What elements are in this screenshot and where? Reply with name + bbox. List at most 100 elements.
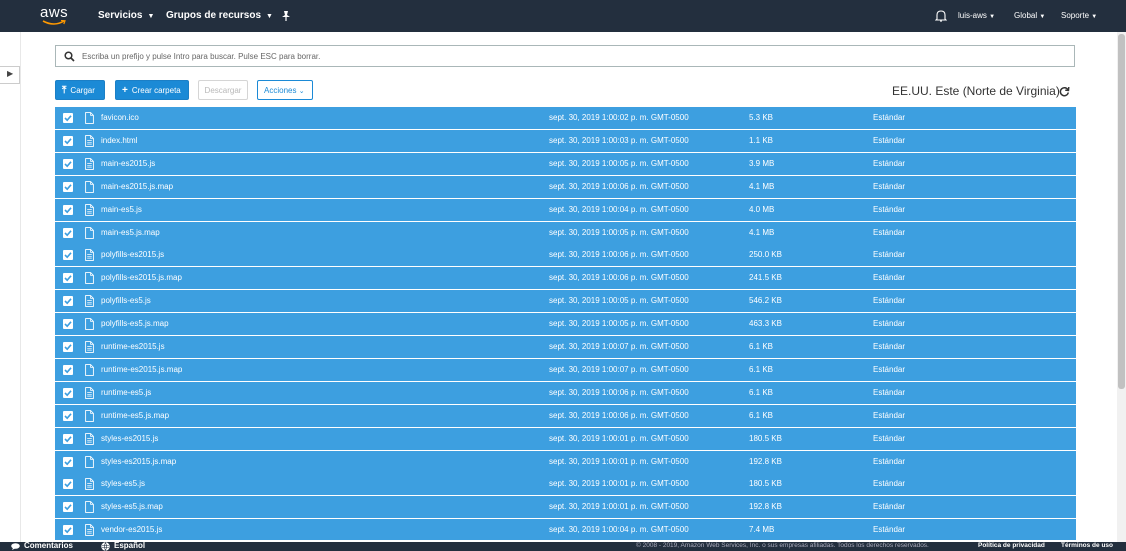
file-size: 463.3 KB	[749, 319, 782, 329]
file-storage-class: Estándar	[873, 364, 906, 374]
file-last-modified: sept. 30, 2019 1:00:06 p. m. GMT-0500	[549, 387, 689, 397]
download-button[interactable]: Descargar	[198, 80, 248, 100]
file-size: 192.8 KB	[749, 456, 782, 466]
table-row[interactable]: index.html sept. 30, 2019 1:00:03 p. m. G…	[55, 129, 1076, 152]
row-checkbox[interactable]	[63, 387, 73, 398]
upload-button[interactable]: ⤒ Cargar	[55, 80, 105, 100]
row-checkbox[interactable]	[63, 204, 73, 215]
table-row[interactable]: vendor-es2015.js sept. 30, 2019 1:00:04 p…	[55, 519, 1076, 540]
table-row[interactable]: polyfills-es5.js.map sept. 30, 2019 1:00:…	[55, 313, 1076, 336]
table-row[interactable]: main-es2015.js sept. 30, 2019 1:00:05 p. …	[55, 152, 1076, 175]
table-row[interactable]: main-es2015.js.map sept. 30, 2019 1:00:06…	[55, 175, 1076, 198]
services-menu[interactable]: Servicios ▼	[98, 0, 154, 32]
support-label: Soporte	[1061, 11, 1090, 20]
table-row[interactable]: styles-es5.js sept. 30, 2019 1:00:01 p. m…	[55, 473, 1076, 496]
file-name[interactable]: main-es5.js.map	[101, 222, 160, 244]
table-row[interactable]: runtime-es2015.js sept. 30, 2019 1:00:07 …	[55, 336, 1076, 358]
file-name[interactable]: styles-es5.js	[101, 473, 145, 495]
check-icon	[64, 183, 72, 191]
pin-icon[interactable]	[280, 10, 292, 22]
table-row[interactable]: runtime-es5.js.map sept. 30, 2019 1:00:06…	[55, 404, 1076, 427]
table-row[interactable]: styles-es5.js.map sept. 30, 2019 1:00:01 …	[55, 496, 1076, 519]
privacy-link[interactable]: Política de privacidad	[978, 541, 1045, 551]
table-row[interactable]: polyfills-es5.js sept. 30, 2019 1:00:05 p…	[55, 290, 1076, 313]
create-folder-label: Crear carpeta	[131, 86, 181, 95]
document-icon	[85, 157, 94, 170]
file-size: 6.1 KB	[749, 342, 774, 351]
file-name[interactable]: styles-es5.js.map	[101, 496, 163, 518]
language-selector[interactable]: Español	[114, 541, 145, 551]
row-checkbox[interactable]	[63, 273, 73, 284]
table-row[interactable]: runtime-es5.js sept. 30, 2019 1:00:06 p. …	[55, 381, 1076, 404]
region-menu[interactable]: Global ▼	[1014, 0, 1045, 32]
file-last-modified: sept. 30, 2019 1:00:05 p. m. GMT-0500	[549, 158, 689, 168]
file-name[interactable]: styles-es2015.js	[101, 428, 158, 450]
file-name[interactable]: polyfills-es2015.js	[101, 244, 164, 266]
row-checkbox[interactable]	[63, 479, 73, 490]
file-size: 1.1 KB	[749, 135, 774, 145]
copyright-text: © 2008 - 2019, Amazon Web Services, Inc.…	[636, 542, 929, 549]
file-name[interactable]: favicon.ico	[101, 107, 139, 129]
row-checkbox[interactable]	[63, 456, 73, 467]
table-row[interactable]: polyfills-es2015.js.map sept. 30, 2019 1:…	[55, 267, 1076, 290]
bell-icon[interactable]	[935, 9, 947, 22]
support-menu[interactable]: Soporte ▼	[1061, 0, 1097, 32]
user-menu[interactable]: luis-aws ▼	[958, 0, 995, 32]
row-checkbox[interactable]	[63, 250, 73, 261]
table-row[interactable]: main-es5.js sept. 30, 2019 1:00:04 p. m. …	[55, 198, 1076, 221]
file-name[interactable]: runtime-es2015.js	[101, 336, 165, 358]
scrollbar-thumb[interactable]	[1118, 34, 1125, 389]
sidebar-toggle[interactable]: ▶	[0, 66, 20, 84]
row-checkbox[interactable]	[63, 502, 73, 513]
file-last-modified: sept. 30, 2019 1:00:05 p. m. GMT-0500	[549, 227, 689, 237]
file-last-modified: sept. 30, 2019 1:00:06 p. m. GMT-0500	[549, 181, 689, 191]
file-size: 546.2 KB	[749, 296, 782, 306]
file-name[interactable]: polyfills-es5.js.map	[101, 313, 169, 335]
create-folder-button[interactable]: + Crear carpeta	[115, 80, 189, 100]
file-name[interactable]: vendor-es2015.js	[101, 519, 162, 540]
plus-icon: +	[122, 85, 128, 96]
row-checkbox[interactable]	[63, 433, 73, 444]
file-icon	[85, 318, 94, 330]
row-checkbox[interactable]	[63, 364, 73, 375]
refresh-icon[interactable]	[1059, 86, 1070, 97]
row-checkbox[interactable]	[63, 410, 73, 421]
table-row[interactable]: styles-es2015.js sept. 30, 2019 1:00:01 p…	[55, 427, 1076, 450]
resource-groups-menu[interactable]: Grupos de recursos ▼	[166, 0, 273, 32]
table-row[interactable]: main-es5.js.map sept. 30, 2019 1:00:05 p.…	[55, 221, 1076, 244]
row-checkbox[interactable]	[63, 181, 73, 192]
file-name[interactable]: main-es2015.js.map	[101, 176, 173, 198]
row-checkbox[interactable]	[63, 319, 73, 330]
file-name[interactable]: main-es5.js	[101, 199, 142, 221]
chevron-down-icon: ▼	[147, 13, 155, 20]
row-checkbox[interactable]	[63, 342, 73, 352]
row-checkbox[interactable]	[63, 227, 73, 238]
table-row[interactable]: styles-es2015.js.map sept. 30, 2019 1:00:…	[55, 450, 1076, 473]
file-name[interactable]: runtime-es5.js	[101, 382, 151, 404]
check-icon	[64, 367, 72, 374]
file-name[interactable]: runtime-es2015.js.map	[101, 359, 182, 381]
file-storage-class: Estándar	[873, 204, 906, 214]
file-name[interactable]: polyfills-es2015.js.map	[101, 267, 182, 289]
search-input[interactable]	[82, 47, 1062, 65]
row-checkbox[interactable]	[63, 113, 73, 123]
file-last-modified: sept. 30, 2019 1:00:07 p. m. GMT-0500	[549, 342, 689, 351]
aws-logo[interactable]: aws	[38, 4, 74, 27]
row-checkbox[interactable]	[63, 158, 73, 169]
row-checkbox[interactable]	[63, 525, 73, 536]
file-storage-class: Estándar	[873, 387, 906, 397]
table-row[interactable]: runtime-es2015.js.map sept. 30, 2019 1:00…	[55, 358, 1076, 381]
file-name[interactable]: runtime-es5.js.map	[101, 405, 169, 427]
feedback-link[interactable]: Comentarios	[24, 541, 73, 551]
table-row[interactable]: polyfills-es2015.js sept. 30, 2019 1:00:0…	[55, 244, 1076, 267]
terms-link[interactable]: Términos de uso	[1061, 541, 1113, 551]
row-checkbox[interactable]	[63, 135, 73, 146]
file-name[interactable]: styles-es2015.js.map	[101, 451, 176, 473]
file-size: 241.5 KB	[749, 273, 782, 283]
file-name[interactable]: polyfills-es5.js	[101, 290, 151, 312]
file-name[interactable]: main-es2015.js	[101, 153, 155, 175]
actions-button[interactable]: Acciones ⌄	[257, 80, 313, 100]
row-checkbox[interactable]	[63, 296, 73, 307]
table-row[interactable]: favicon.ico sept. 30, 2019 1:00:02 p. m. …	[55, 107, 1076, 129]
file-name[interactable]: index.html	[101, 130, 137, 152]
